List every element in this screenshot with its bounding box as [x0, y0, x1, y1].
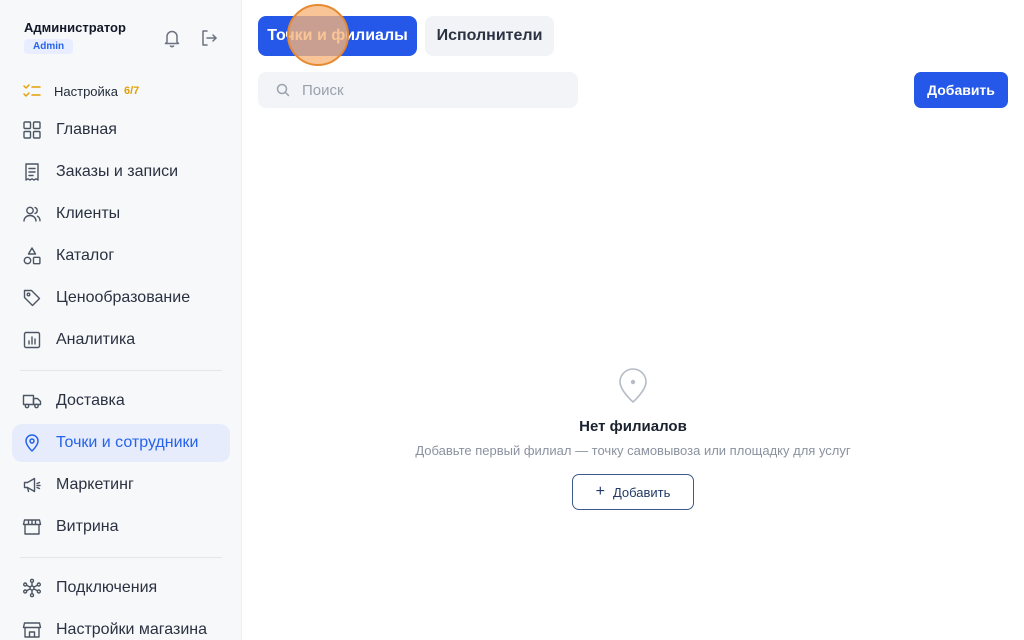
users-icon [23, 206, 41, 222]
sidebar-item-label: Маркетинг [56, 476, 134, 493]
grid-icon [23, 121, 41, 139]
sidebar-item-locations[interactable]: Точки и сотрудники [12, 424, 230, 462]
sidebar-item-label: Доставка [56, 392, 125, 409]
sidebar-item-delivery[interactable]: Доставка [12, 382, 230, 420]
receipt-icon [25, 163, 39, 181]
logout-icon[interactable] [200, 29, 218, 47]
sidebar-item-clients[interactable]: Клиенты [12, 195, 230, 233]
sidebar-item-store-settings[interactable]: Настройки магазина [12, 611, 230, 640]
sidebar-item-orders[interactable]: Заказы и записи [12, 153, 230, 191]
user-block: Администратор Admin [24, 18, 224, 58]
sidebar-divider [20, 557, 222, 558]
search-icon [276, 83, 290, 97]
sidebar-item-pricing[interactable]: Ценообразование [12, 279, 230, 317]
sidebar-item-label: Ценообразование [56, 289, 191, 306]
truck-icon [22, 394, 42, 409]
sidebar-item-home[interactable]: Главная [12, 111, 230, 149]
sidebar-item-label: Аналитика [56, 331, 136, 348]
sidebar-item-label: Заказы и записи [56, 163, 179, 180]
sidebar-item-analytics[interactable]: Аналитика [12, 321, 230, 359]
map-pin-icon [25, 434, 39, 452]
sidebar-item-label: Каталог [56, 247, 115, 264]
search-input[interactable] [302, 81, 552, 99]
sidebar-item-catalog[interactable]: Каталог [12, 237, 230, 275]
cursor-indicator [287, 4, 349, 66]
shapes-icon [23, 247, 41, 265]
empty-state-add-button[interactable]: + Добавить [572, 474, 694, 510]
empty-state-title: Нет филиалов [579, 418, 687, 435]
empty-state-add-label: Добавить [612, 484, 671, 500]
checklist-icon [23, 84, 41, 97]
user-name: Администратор [24, 20, 126, 35]
sidebar-item-label: Подключения [56, 579, 158, 596]
sidebar-divider [20, 370, 222, 371]
add-button[interactable]: Добавить [914, 72, 1008, 108]
storefront-icon [22, 519, 42, 535]
setup-progress[interactable]: Настройка 6/7 [22, 80, 222, 102]
sidebar-item-storefront[interactable]: Витрина [12, 508, 230, 546]
role-badge: Admin [24, 39, 74, 54]
setup-label: Настройка [54, 83, 118, 99]
plus-icon: + [595, 483, 605, 500]
tab-executors[interactable]: Исполнители [425, 16, 554, 56]
sidebar: Администратор Admin Настройка 6/7 Главна… [0, 0, 242, 640]
sidebar-item-label: Настройки магазина [56, 621, 208, 638]
sidebar-item-integrations[interactable]: Подключения [12, 569, 230, 607]
megaphone-icon [23, 477, 41, 493]
sidebar-item-label: Точки и сотрудники [56, 434, 199, 451]
sidebar-item-label: Главная [56, 121, 117, 138]
tag-icon [23, 289, 41, 307]
sidebar-item-label: Витрина [56, 518, 119, 535]
setup-count: 6/7 [124, 85, 140, 97]
map-pin-icon [619, 368, 647, 403]
chart-icon [23, 331, 41, 349]
sidebar-item-marketing[interactable]: Маркетинг [12, 466, 230, 504]
bell-icon[interactable] [163, 28, 181, 48]
empty-state-subtitle: Добавьте первый филиал — точку самовывоз… [415, 443, 851, 458]
network-icon [23, 578, 41, 598]
sidebar-item-label: Клиенты [56, 205, 121, 222]
search-bar[interactable] [258, 72, 578, 108]
store-settings-icon [22, 622, 42, 638]
